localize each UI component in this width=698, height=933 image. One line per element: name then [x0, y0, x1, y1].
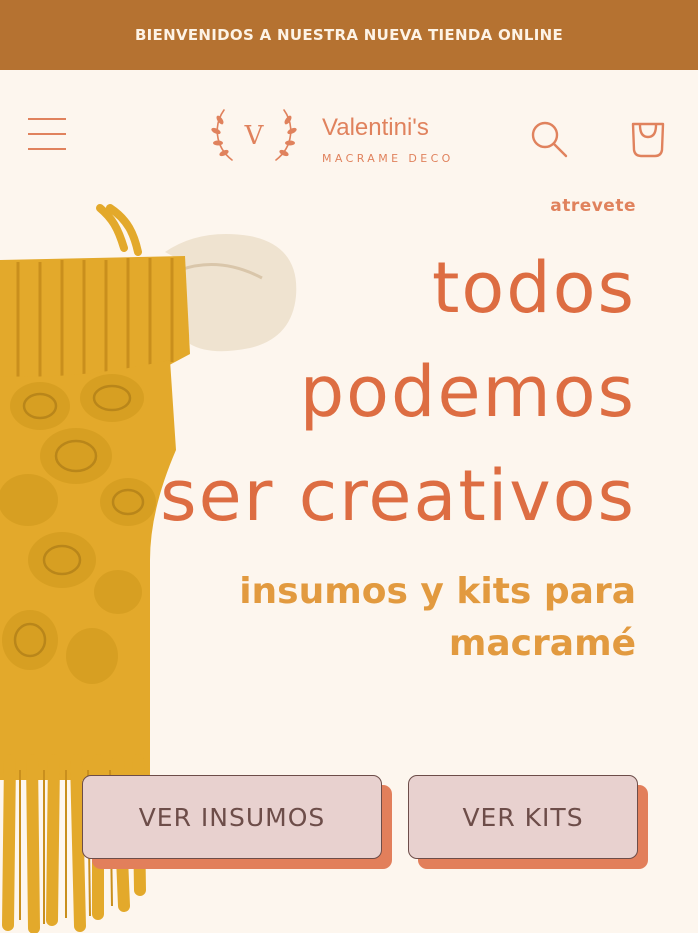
logo-title: Valentini's — [322, 114, 429, 141]
ver-kits-button[interactable]: VER KITS — [408, 775, 638, 859]
hero-subheadline: insumos y kits para macramé — [116, 566, 636, 670]
hero-eyebrow: atrevete — [550, 196, 636, 216]
headline-line: todos — [431, 247, 636, 329]
laurel-wreath-icon: V — [211, 109, 297, 161]
headline-line: podemos — [299, 351, 636, 433]
site-header: V Valentini's MACRAME DECO — [0, 70, 698, 200]
cart-bag-icon[interactable] — [626, 116, 670, 160]
hero-headline: todos podemos ser creativos — [76, 236, 636, 548]
headline-line: ser creativos — [160, 455, 636, 537]
search-icon[interactable] — [528, 118, 570, 160]
logo[interactable]: V Valentini's MACRAME DECO — [210, 104, 500, 174]
announcement-bar: BIENVENIDOS A NUESTRA NUEVA TIENDA ONLIN… — [0, 0, 698, 70]
logo-mark-letter: V — [244, 121, 265, 151]
subheadline-line: insumos y kits para — [239, 571, 636, 612]
hamburger-menu-icon[interactable] — [28, 118, 66, 154]
ver-insumos-button[interactable]: VER INSUMOS — [82, 775, 382, 859]
announcement-text: BIENVENIDOS A NUESTRA NUEVA TIENDA ONLIN… — [134, 26, 564, 44]
logo-subtitle: MACRAME DECO — [322, 152, 454, 165]
subheadline-line: macramé — [448, 623, 636, 664]
